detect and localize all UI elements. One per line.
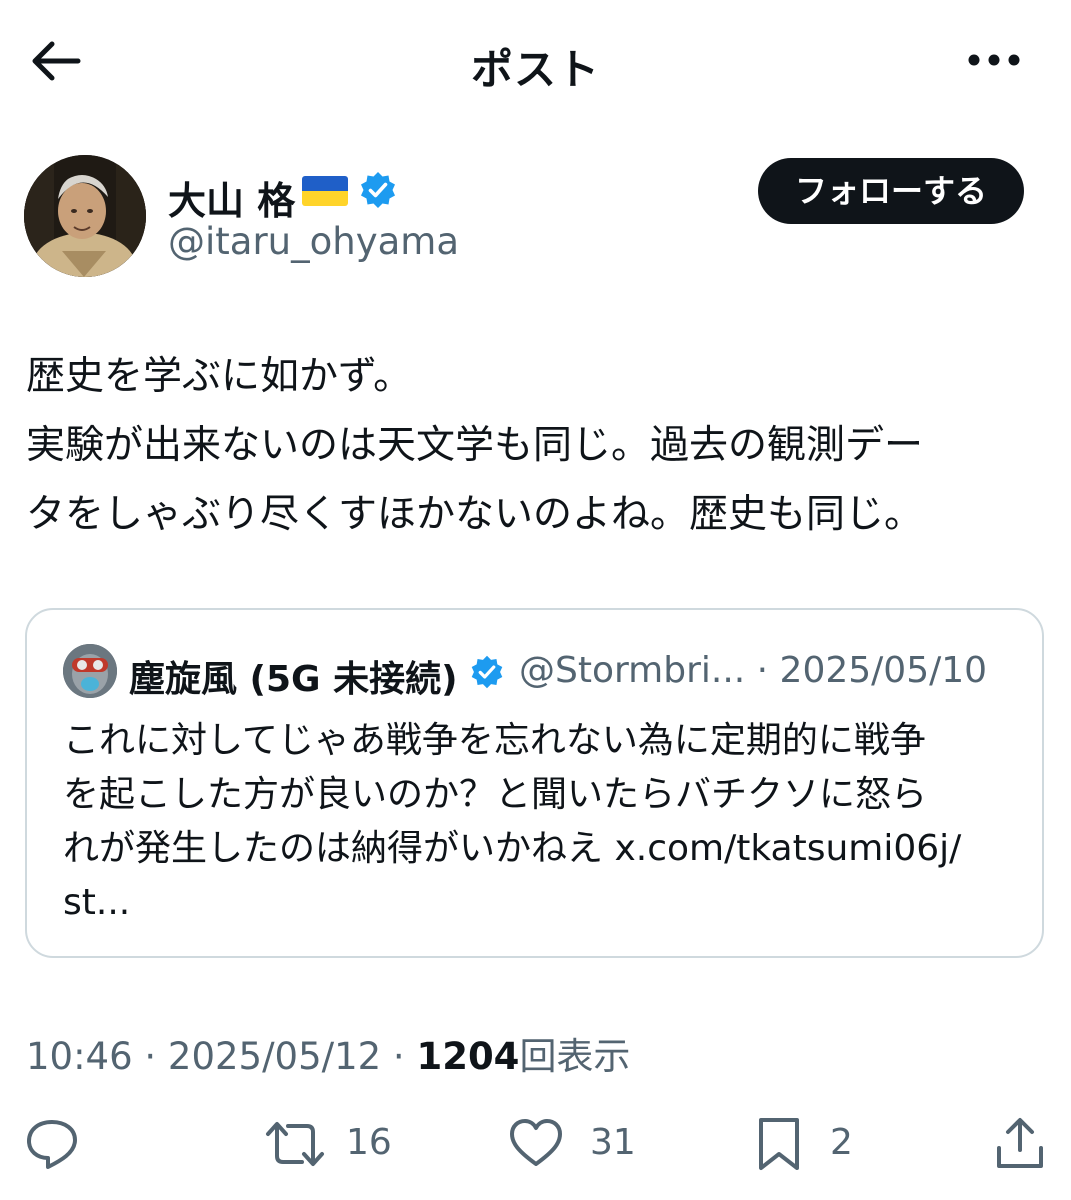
reply-button[interactable] — [24, 1116, 84, 1172]
bookmark-icon — [759, 1118, 799, 1170]
verified-badge-icon — [469, 654, 505, 690]
top-bar: ポスト — [0, 0, 1071, 120]
page-title: ポスト — [470, 45, 600, 94]
post-text-line: 実験が出来ないのは天文学も同じ。過去の観測デー — [26, 423, 924, 468]
more-options-button[interactable] — [966, 44, 1022, 76]
repost-count: 16 — [346, 1122, 392, 1163]
bookmark-count: 2 — [830, 1122, 853, 1163]
share-icon — [997, 1118, 1043, 1168]
share-button[interactable] — [994, 1116, 1046, 1172]
quoted-author-handle-date: @Stormbri... · 2025/05/10 — [519, 650, 988, 691]
ukraine-flag-icon — [302, 176, 348, 206]
bookmark-button[interactable]: 2 — [756, 1116, 856, 1172]
post-text: 歴史を学ぶに如かず。 実験が出来ないのは天文学も同じ。過去の観測デー タをしゃぶ… — [26, 342, 1056, 549]
follow-button[interactable]: フォローする — [758, 158, 1024, 224]
repost-icon — [266, 1122, 324, 1166]
like-count: 31 — [590, 1122, 636, 1163]
quoted-text-line: れが発生したのは納得がいかねえ x.com/tkatsumi06j/ — [63, 828, 962, 869]
post-timestamp: 10:46 · 2025/05/12 · — [26, 1035, 417, 1078]
views-label: 回表示 — [519, 1035, 631, 1078]
more-icon — [968, 54, 1020, 66]
quoted-author-name: 塵旋風 (5G 未接続) — [129, 659, 458, 700]
repost-button[interactable]: 16 — [264, 1116, 394, 1172]
reply-icon — [27, 1120, 77, 1169]
post-text-line: タをしゃぶり尽くすほかないのよね。歴史も同じ。 — [26, 492, 924, 537]
author-handle[interactable]: @itaru_ohyama — [168, 220, 459, 263]
quoted-text-line: これに対してじゃあ戦争を忘れない為に定期的に戦争 — [63, 720, 926, 761]
action-bar: 16 31 2 — [0, 1100, 1071, 1190]
post-meta: 10:46 · 2025/05/12 · 1204回表示 — [26, 1026, 630, 1080]
quoted-author-avatar — [63, 644, 117, 698]
quoted-text-line: st... — [63, 882, 131, 923]
quoted-post-card[interactable]: 塵旋風 (5G 未接続) @Stormbri... · 2025/05/10 こ… — [25, 608, 1044, 958]
quoted-post-text: これに対してじゃあ戦争を忘れない為に定期的に戦争 を起こした方が良いのか？と聞い… — [63, 714, 1023, 930]
author-avatar[interactable] — [24, 155, 146, 277]
post-text-line: 歴史を学ぶに如かず。 — [26, 354, 413, 399]
views-count[interactable]: 1204 — [416, 1035, 519, 1078]
quoted-text-line: を起こした方が良いのか？と聞いたらバチクソに怒ら — [63, 774, 928, 815]
like-button[interactable]: 31 — [508, 1116, 638, 1172]
verified-badge-icon[interactable] — [358, 170, 398, 210]
author-display-name[interactable]: 大山 格 — [168, 170, 295, 225]
heart-icon — [510, 1119, 562, 1166]
